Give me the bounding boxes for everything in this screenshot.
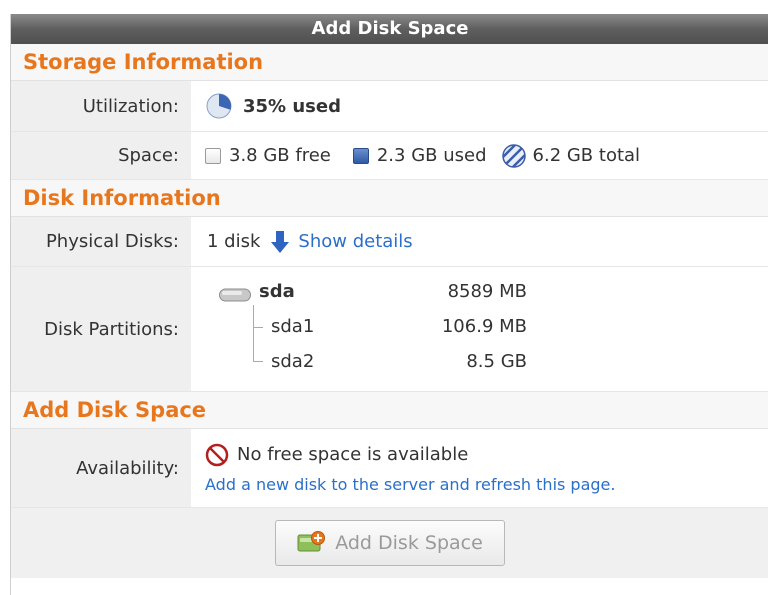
physical-disks-label: Physical Disks: (11, 217, 191, 266)
total-space-icon (501, 143, 527, 169)
add-disk-space-button[interactable]: Add Disk Space (275, 520, 505, 566)
tree-branch (253, 327, 263, 328)
partition-2-name: sda2 (271, 351, 315, 372)
availability-label: Availability: (11, 429, 191, 507)
no-entry-icon (205, 443, 229, 467)
physical-disks-row: Physical Disks: 1 disk Show details (11, 217, 768, 267)
partition-2-size: 8.5 GB (466, 351, 527, 372)
show-details-link[interactable]: Show details (298, 231, 412, 252)
disk-partitions-row: Disk Partitions: sda 8589 MB sda1 106.9 … (11, 267, 768, 392)
availability-row: Availability: No free space is available… (11, 429, 768, 508)
pie-chart-icon (205, 92, 233, 120)
add-disk-icon (297, 531, 326, 555)
button-bar: Add Disk Space (11, 508, 768, 578)
section-storage-heading: Storage Information (11, 44, 768, 81)
utilization-value: 35% used (243, 95, 341, 117)
availability-status: No free space is available (237, 444, 469, 465)
partition-1-name: sda1 (271, 316, 315, 337)
free-space-value: 3.8 GB free (229, 145, 331, 166)
hard-disk-icon (219, 286, 251, 307)
add-disk-space-button-label: Add Disk Space (335, 532, 483, 554)
partition-disk-size: 8589 MB (447, 281, 527, 302)
window-title: Add Disk Space (11, 14, 768, 44)
used-space-value: 2.3 GB used (376, 145, 487, 166)
section-disk-heading: Disk Information (11, 180, 768, 217)
tree-line (253, 305, 255, 361)
arrow-down-icon[interactable] (270, 230, 290, 254)
disk-partitions-label: Disk Partitions: (11, 267, 191, 391)
physical-disks-value: 1 disk (207, 231, 261, 252)
used-space-icon (352, 147, 369, 164)
tree-branch (253, 361, 263, 362)
utilization-row: Utilization: 35% used (11, 81, 768, 132)
space-row: Space: 3.8 GB free 2.3 GB used 6.2 GB to… (11, 132, 768, 180)
partition-disk-name: sda (259, 281, 295, 302)
add-disk-hint-link[interactable]: Add a new disk to the server and refresh… (205, 475, 615, 494)
free-space-icon (205, 147, 221, 164)
total-space-value: 6.2 GB total (532, 145, 641, 166)
space-label: Space: (11, 132, 191, 179)
partition-tree: sda 8589 MB sda1 106.9 MB sda2 8.5 GB (191, 267, 768, 391)
add-disk-space-panel: Add Disk Space Storage Information Utili… (10, 14, 768, 595)
section-add-heading: Add Disk Space (11, 392, 768, 429)
partition-1-size: 106.9 MB (441, 316, 527, 337)
utilization-label: Utilization: (11, 81, 191, 131)
